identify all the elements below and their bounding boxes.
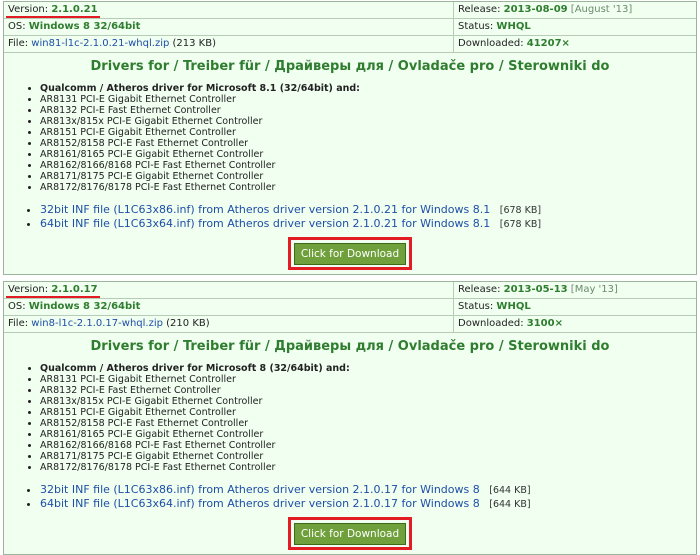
status-label: Status:: [458, 21, 494, 32]
version-highlight: Version: 2.1.0.17: [6, 282, 100, 298]
inf-file-item: 64bit INF file (L1C63x64.inf) from Ather…: [40, 497, 696, 511]
driver-content: Drivers for / Treiber für / Драйверы для…: [4, 333, 696, 554]
inf-file-link-64bit[interactable]: 64bit INF file (L1C63x64.inf) from Ather…: [40, 497, 480, 510]
release-cell: Release: 2013-08-09 [August '13]: [454, 2, 696, 18]
file-link[interactable]: win8-l1c-2.1.0.17-whql.zip: [31, 318, 163, 329]
os-label: OS:: [8, 21, 26, 32]
inf-file-size: [678 KB]: [499, 219, 542, 230]
downloaded-cell: Downloaded: 41207×: [454, 36, 696, 52]
list-item: AR8171/8175 PCI-E Gigabit Ethernet Contr…: [40, 171, 696, 182]
release-label: Release:: [458, 284, 501, 295]
list-item: AR8161/8165 PCI-E Gigabit Ethernet Contr…: [40, 149, 696, 160]
inf-file-list: 32bit INF file (L1C63x86.inf) from Ather…: [4, 203, 696, 231]
download-button[interactable]: Click for Download: [293, 523, 407, 545]
inf-file-item: 64bit INF file (L1C63x64.inf) from Ather…: [40, 217, 696, 231]
inf-file-item: 32bit INF file (L1C63x86.inf) from Ather…: [40, 483, 696, 497]
os-row: OS: Windows 8 32/64bit Status: WHQL: [4, 299, 696, 316]
download-highlight-frame: Click for Download: [287, 237, 413, 270]
driver-content: Drivers for / Treiber für / Драйверы для…: [4, 53, 696, 274]
status-cell: Status: WHQL: [454, 299, 696, 315]
release-month: [May '13]: [570, 284, 618, 295]
version-highlight: Version: 2.1.0.21: [6, 2, 100, 18]
list-item: AR8131 PCI-E Gigabit Ethernet Controller: [40, 374, 696, 385]
inf-file-size: [644 KB]: [489, 499, 531, 510]
os-value: Windows 8 32/64bit: [28, 21, 141, 32]
drivers-for-title: Drivers for / Treiber für / Драйверы для…: [90, 59, 610, 74]
os-row: OS: Windows 8 32/64bit Status: WHQL: [4, 19, 696, 36]
file-label: File:: [8, 38, 29, 49]
version-row: Version: 2.1.0.17 Release: 2013-05-13 [M…: [4, 282, 696, 299]
downloaded-label: Downloaded:: [458, 38, 524, 49]
inf-file-list: 32bit INF file (L1C63x86.inf) from Ather…: [4, 483, 696, 511]
list-item: AR8172/8176/8178 PCI-E Fast Ethernet Con…: [40, 182, 696, 193]
status-cell: Status: WHQL: [454, 19, 696, 35]
inf-file-link-64bit[interactable]: 64bit INF file (L1C63x64.inf) from Ather…: [40, 217, 490, 230]
os-cell: OS: Windows 8 32/64bit: [4, 19, 454, 35]
list-item: AR813x/815x PCI-E Gigabit Ethernet Contr…: [40, 396, 696, 407]
release-date: 2013-08-09: [503, 4, 568, 15]
version-label: Version:: [8, 284, 49, 295]
device-list: Qualcomm / Atheros driver for Microsoft …: [4, 83, 696, 193]
release-label: Release:: [458, 4, 501, 15]
download-button[interactable]: Click for Download: [293, 243, 407, 265]
inf-file-item: 32bit INF file (L1C63x86.inf) from Ather…: [40, 203, 696, 217]
list-item: AR8161/8165 PCI-E Gigabit Ethernet Contr…: [40, 429, 696, 440]
file-cell: File: win8-l1c-2.1.0.17-whql.zip (210 KB…: [4, 316, 454, 332]
red-underline: [6, 16, 100, 18]
status-label: Status:: [458, 301, 494, 312]
os-value: Windows 8 32/64bit: [28, 301, 141, 312]
downloaded-cell: Downloaded: 3100×: [454, 316, 696, 332]
list-item: AR8131 PCI-E Gigabit Ethernet Controller: [40, 94, 696, 105]
list-item: AR8162/8166/8168 PCI-E Fast Ethernet Con…: [40, 440, 696, 451]
file-size: (210 KB): [166, 318, 210, 329]
status-value: WHQL: [496, 301, 531, 312]
driver-block: Version: 2.1.0.17 Release: 2013-05-13 [M…: [3, 281, 697, 555]
inf-file-size: [644 KB]: [489, 485, 531, 496]
inf-file-size: [678 KB]: [499, 205, 542, 216]
inf-file-link-32bit[interactable]: 32bit INF file (L1C63x86.inf) from Ather…: [40, 483, 480, 496]
device-list: Qualcomm / Atheros driver for Microsoft …: [4, 363, 696, 473]
list-item: AR8151 PCI-E Gigabit Ethernet Controller: [40, 407, 696, 418]
os-label: OS:: [8, 301, 26, 312]
file-size: (213 KB): [172, 38, 217, 49]
file-label: File:: [8, 318, 29, 329]
download-highlight-frame: Click for Download: [287, 517, 413, 550]
list-item: AR8132 PCI-E Fast Ethernet Controller: [40, 105, 696, 116]
download-area: Click for Download: [4, 237, 696, 270]
version-row: Version: 2.1.0.21 Release: 2013-08-09 [A…: [4, 2, 696, 19]
list-item: AR8172/8176/8178 PCI-E Fast Ethernet Con…: [40, 462, 696, 473]
red-underline: [6, 296, 100, 298]
list-item: AR8151 PCI-E Gigabit Ethernet Controller: [40, 127, 696, 138]
list-item: AR8162/8166/8168 PCI-E Fast Ethernet Con…: [40, 160, 696, 171]
release-month: [August '13]: [570, 4, 633, 15]
file-link[interactable]: win81-l1c-2.1.0.21-whql.zip: [31, 38, 169, 49]
device-list-heading: Qualcomm / Atheros driver for Microsoft …: [40, 83, 696, 94]
list-item: AR8152/8158 PCI-E Fast Ethernet Controll…: [40, 418, 696, 429]
downloaded-count: 41207×: [526, 38, 570, 49]
driver-list: Version: 2.1.0.21 Release: 2013-08-09 [A…: [0, 0, 700, 555]
version-value: 2.1.0.17: [51, 284, 98, 295]
list-item: AR813x/815x PCI-E Gigabit Ethernet Contr…: [40, 116, 696, 127]
device-list-heading: Qualcomm / Atheros driver for Microsoft …: [40, 363, 696, 374]
file-row: File: win81-l1c-2.1.0.21-whql.zip (213 K…: [4, 36, 696, 53]
list-item: AR8171/8175 PCI-E Gigabit Ethernet Contr…: [40, 451, 696, 462]
inf-file-link-32bit[interactable]: 32bit INF file (L1C63x86.inf) from Ather…: [40, 203, 490, 216]
file-cell: File: win81-l1c-2.1.0.21-whql.zip (213 K…: [4, 36, 454, 52]
list-item: AR8132 PCI-E Fast Ethernet Controller: [40, 385, 696, 396]
version-value: 2.1.0.21: [51, 4, 98, 15]
list-item: AR8152/8158 PCI-E Fast Ethernet Controll…: [40, 138, 696, 149]
downloaded-count: 3100×: [526, 318, 563, 329]
release-date: 2013-05-13: [503, 284, 568, 295]
file-row: File: win8-l1c-2.1.0.17-whql.zip (210 KB…: [4, 316, 696, 333]
driver-block: Version: 2.1.0.21 Release: 2013-08-09 [A…: [3, 1, 697, 275]
release-cell: Release: 2013-05-13 [May '13]: [454, 282, 696, 298]
os-cell: OS: Windows 8 32/64bit: [4, 299, 454, 315]
version-label: Version:: [8, 4, 49, 15]
status-value: WHQL: [496, 21, 531, 32]
download-area: Click for Download: [4, 517, 696, 550]
drivers-for-title: Drivers for / Treiber für / Драйверы для…: [90, 339, 610, 354]
version-cell: Version: 2.1.0.17: [4, 282, 454, 298]
downloaded-label: Downloaded:: [458, 318, 524, 329]
version-cell: Version: 2.1.0.21: [4, 2, 454, 18]
